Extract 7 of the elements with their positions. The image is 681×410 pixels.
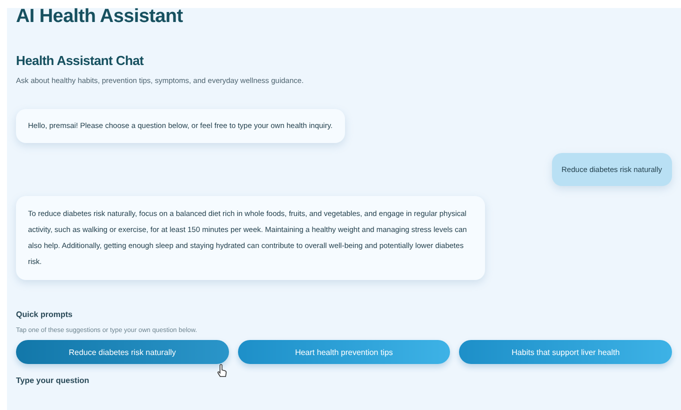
input-label: Type your question [16, 376, 90, 385]
page-title: AI Health Assistant [16, 8, 184, 26]
prompt-button[interactable]: Habits that support liver health [459, 340, 672, 364]
chat-title: Health Assistant Chat [16, 53, 145, 68]
hand-cursor-icon [216, 364, 227, 378]
prompt-button[interactable]: Heart health prevention tips [238, 340, 450, 364]
quick-prompts-title: Quick prompts [16, 310, 74, 319]
